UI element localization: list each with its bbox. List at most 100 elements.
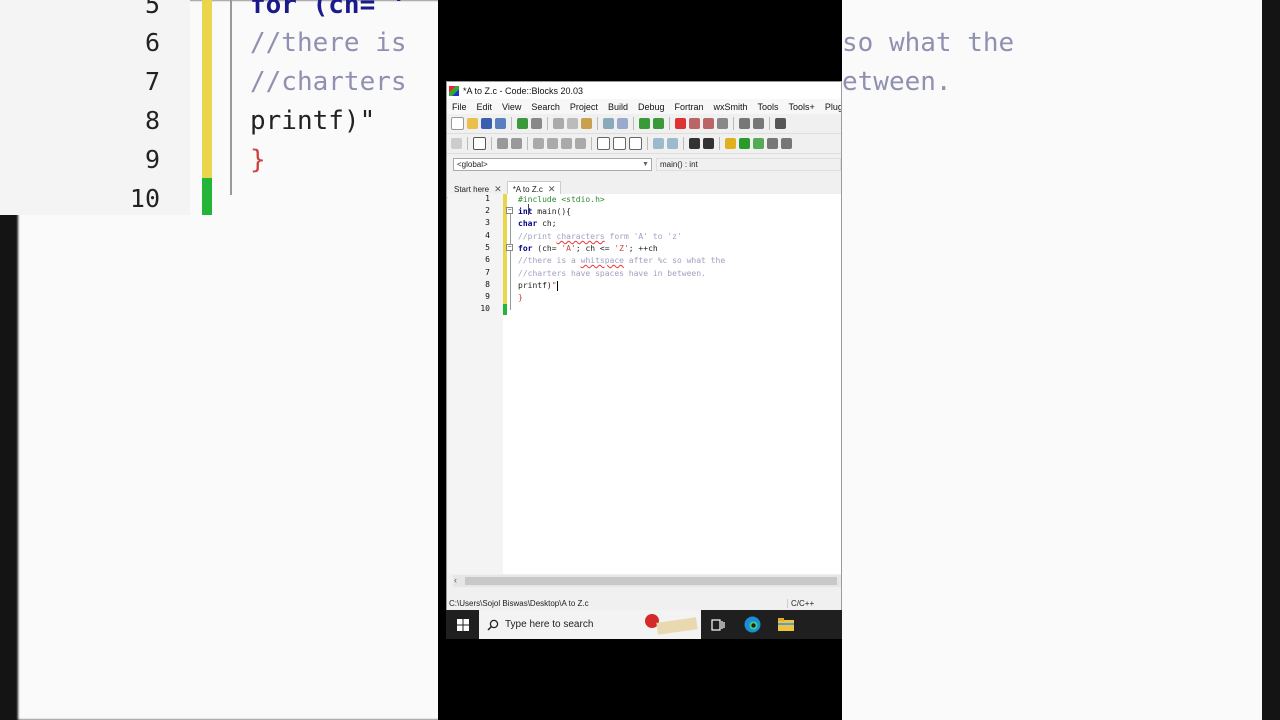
toolbar-separator xyxy=(647,137,648,150)
menu-view[interactable]: View xyxy=(497,102,526,112)
code-keyword: for xyxy=(518,244,533,253)
code-line-2: int main(){ xyxy=(518,206,571,218)
code-scope-bar: <global> ▼ main() : int xyxy=(447,154,841,175)
layout-a-icon[interactable] xyxy=(533,138,544,149)
frame-b-icon[interactable] xyxy=(613,137,626,150)
codeblocks-app-icon xyxy=(449,85,459,96)
background-right: so what the etween. xyxy=(842,0,1280,720)
open-folder-icon[interactable] xyxy=(467,118,478,129)
zoom-in-icon[interactable] xyxy=(653,138,664,149)
toolbar-separator xyxy=(769,117,770,130)
background-change-bar-green xyxy=(202,178,212,215)
menu-wxsmith[interactable]: wxSmith xyxy=(709,102,753,112)
menu-file[interactable]: File xyxy=(447,102,472,112)
abort-icon[interactable] xyxy=(781,138,792,149)
taskbar-search-box[interactable]: Type here to search xyxy=(479,610,639,639)
fold-toggle-icon[interactable]: − xyxy=(506,244,513,251)
frame-a-icon[interactable] xyxy=(597,137,610,150)
menu-edit[interactable]: Edit xyxy=(472,102,498,112)
undo-icon[interactable] xyxy=(517,118,528,129)
horizontal-scrollbar[interactable]: ‹ xyxy=(453,575,841,587)
copy-icon[interactable] xyxy=(567,118,578,129)
code-text: (ch= xyxy=(532,244,562,253)
chevron-down-icon: ▼ xyxy=(642,161,649,168)
menu-build[interactable]: Build xyxy=(603,102,633,112)
menu-tools-plus[interactable]: Tools+ xyxy=(784,102,820,112)
toolbar-separator xyxy=(491,137,492,150)
menu-tools[interactable]: Tools xyxy=(753,102,784,112)
menu-debug[interactable]: Debug xyxy=(633,102,670,112)
codeblocks-window: *A to Z.c - Code::Blocks 20.03 File Edit… xyxy=(446,81,842,611)
fold-toggle-icon[interactable]: − xyxy=(506,207,513,214)
scope-combo[interactable]: <global> ▼ xyxy=(453,158,652,171)
build-gear-icon[interactable] xyxy=(725,138,736,149)
function-value: main() : int xyxy=(659,160,698,169)
menu-search[interactable]: Search xyxy=(526,102,565,112)
edge-icon xyxy=(744,616,760,633)
bookmark-prev-icon[interactable] xyxy=(689,118,700,129)
search-highlight-banner[interactable] xyxy=(639,610,701,639)
c-icon[interactable] xyxy=(703,138,714,149)
paste-icon[interactable] xyxy=(581,118,592,129)
background-line-number: 6 xyxy=(144,28,160,57)
code-line-3: char ch; xyxy=(518,218,557,230)
toolbar-separator xyxy=(591,137,592,150)
file-path: C:\Users\Sojol Biswas\Desktop\A to Z.c xyxy=(449,598,589,608)
menu-plugins[interactable]: Plugins xyxy=(820,102,841,112)
bookmark-next-icon[interactable] xyxy=(703,118,714,129)
pointer-icon[interactable] xyxy=(451,138,462,149)
scroll-left-icon[interactable]: ‹ xyxy=(454,575,457,585)
scrollbar-thumb[interactable] xyxy=(465,577,837,585)
background-change-bar-yellow xyxy=(202,0,212,178)
layout-c-icon[interactable] xyxy=(561,138,572,149)
line-number: 8 xyxy=(485,280,490,289)
code-text: ; ++ch xyxy=(628,244,658,253)
background-code-line: //there is xyxy=(250,28,407,58)
doxygen-icon[interactable] xyxy=(739,118,750,129)
background-line-number: 10 xyxy=(129,184,160,213)
select-rect-icon[interactable] xyxy=(473,137,486,150)
bookmark-clear-icon[interactable] xyxy=(717,118,728,129)
rebuild-icon[interactable] xyxy=(767,138,778,149)
comment-block-icon[interactable] xyxy=(775,118,786,129)
function-combo[interactable]: main() : int xyxy=(655,158,841,171)
block-icon[interactable] xyxy=(497,138,508,149)
doxy-run-icon[interactable] xyxy=(753,118,764,129)
background-line-number: 8 xyxy=(144,106,160,135)
redo-icon[interactable] xyxy=(531,118,542,129)
find-icon[interactable] xyxy=(603,118,614,129)
run-icon[interactable] xyxy=(739,138,750,149)
toolbar-separator xyxy=(683,137,684,150)
new-file-icon[interactable] xyxy=(451,117,464,130)
toolbar-separator xyxy=(467,137,468,150)
windows-taskbar: Type here to search xyxy=(446,610,842,639)
window-title: *A to Z.c - Code::Blocks 20.03 xyxy=(463,85,584,96)
frame-c-icon[interactable] xyxy=(629,137,642,150)
save-icon[interactable] xyxy=(481,118,492,129)
save-all-icon[interactable] xyxy=(495,118,506,129)
toolbar-separator xyxy=(733,117,734,130)
replace-icon[interactable] xyxy=(617,118,628,129)
zoom-out-icon[interactable] xyxy=(667,138,678,149)
layout-d-icon[interactable] xyxy=(575,138,586,149)
block-alt-icon[interactable] xyxy=(511,138,522,149)
background-code-line: for (ch= ' xyxy=(250,0,407,20)
back-icon[interactable] xyxy=(639,118,650,129)
build-run-icon[interactable] xyxy=(753,138,764,149)
code-editor[interactable]: 1 2 3 4 5 6 7 8 9 10 − − #include <stdio… xyxy=(448,194,841,574)
cut-icon[interactable] xyxy=(553,118,564,129)
toolbar-separator xyxy=(633,117,634,130)
bookmark-toggle-icon[interactable] xyxy=(675,118,686,129)
menu-fortran[interactable]: Fortran xyxy=(669,102,708,112)
s-icon[interactable] xyxy=(689,138,700,149)
menu-project[interactable]: Project xyxy=(565,102,603,112)
file-explorer-button[interactable] xyxy=(769,610,803,639)
start-button[interactable] xyxy=(446,610,479,639)
background-left: 5 6 7 8 9 10 for (ch= ' //there is //cha… xyxy=(0,0,438,720)
code-keyword: char xyxy=(518,219,538,228)
edge-browser-button[interactable] xyxy=(735,610,769,639)
task-view-button[interactable] xyxy=(701,610,735,639)
layout-b-icon[interactable] xyxy=(547,138,558,149)
code-comment: //there is a xyxy=(518,256,581,265)
forward-icon[interactable] xyxy=(653,118,664,129)
